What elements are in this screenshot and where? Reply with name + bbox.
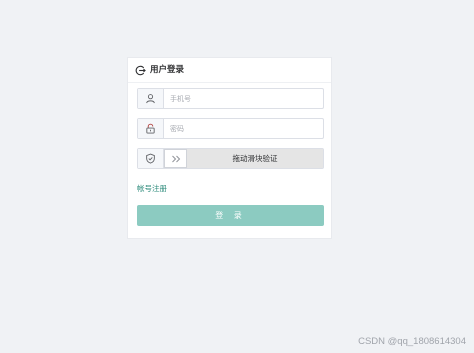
login-header: 用户登录	[128, 58, 331, 83]
password-field	[137, 118, 324, 139]
slider-hint-text: 拖动滑块验证	[232, 154, 278, 163]
slider-prefix	[138, 149, 164, 168]
watermark-text: CSDN @qq_1808614304	[358, 336, 466, 347]
register-link[interactable]: 帐号注册	[137, 184, 167, 194]
slider-handle[interactable]	[164, 149, 187, 168]
phone-input[interactable]	[170, 89, 320, 108]
phone-prefix	[138, 89, 164, 108]
password-input[interactable]	[170, 119, 320, 138]
exit-icon	[135, 65, 146, 76]
shield-check-icon	[146, 153, 155, 164]
double-chevron-right-icon	[171, 155, 180, 162]
slider-track: 拖动滑块验证	[164, 149, 323, 168]
lock-icon	[146, 123, 155, 134]
slider-captcha-field: 拖动滑块验证	[137, 148, 324, 169]
password-prefix	[138, 119, 164, 138]
login-button[interactable]: 登 录	[137, 205, 324, 226]
login-card: 用户登录 手机号 拖动滑块验证 帐号注册 登 录	[127, 57, 332, 239]
phone-field	[137, 88, 324, 109]
login-title: 用户登录	[150, 65, 185, 75]
user-icon	[146, 94, 155, 104]
